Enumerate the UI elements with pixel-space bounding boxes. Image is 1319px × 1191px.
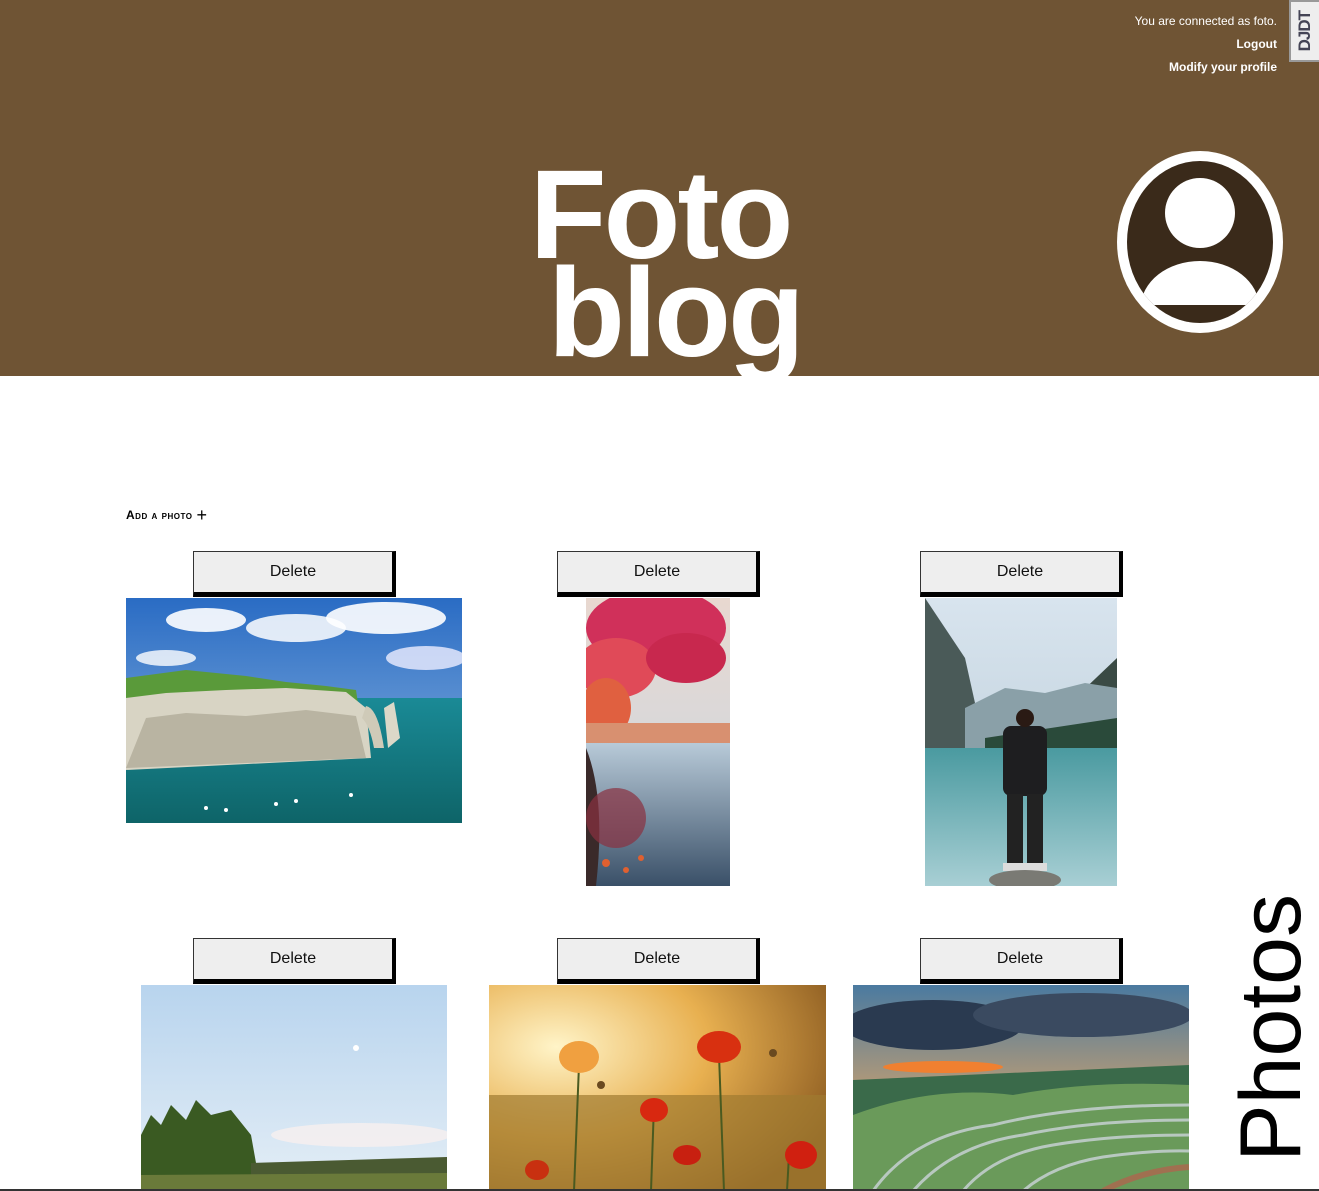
delete-button[interactable]: Delete bbox=[557, 938, 760, 984]
photo-thumbnail[interactable] bbox=[853, 985, 1189, 1191]
photo-thumbnail[interactable] bbox=[925, 598, 1117, 886]
modify-profile-link[interactable]: Modify your profile bbox=[1135, 56, 1277, 79]
connected-status: You are connected as foto. bbox=[1134, 14, 1277, 28]
add-photo-link[interactable]: Add a photo + bbox=[126, 505, 208, 525]
site-header: You are connected as foto. Logout Modify… bbox=[0, 0, 1319, 376]
delete-button[interactable]: Delete bbox=[193, 551, 396, 597]
photo-thumbnail[interactable] bbox=[489, 985, 826, 1191]
delete-button[interactable]: Delete bbox=[920, 938, 1123, 984]
photos-section-label: Photos bbox=[1223, 894, 1319, 1191]
site-title: Foto blog bbox=[500, 152, 820, 383]
user-avatar-icon[interactable] bbox=[1117, 151, 1283, 333]
photo-thumbnail[interactable] bbox=[126, 598, 462, 823]
site-title-line2: blog bbox=[548, 242, 805, 383]
delete-button[interactable]: Delete bbox=[920, 551, 1123, 597]
plus-icon: + bbox=[196, 505, 208, 525]
debug-toolbar-handle[interactable]: DJDT bbox=[1289, 0, 1319, 62]
delete-button[interactable]: Delete bbox=[193, 938, 396, 984]
photo-thumbnail[interactable] bbox=[141, 985, 447, 1191]
logout-link[interactable]: Logout bbox=[1135, 33, 1277, 56]
delete-button[interactable]: Delete bbox=[557, 551, 760, 597]
user-box: You are connected as foto. Logout Modify… bbox=[1135, 10, 1277, 79]
debug-toolbar-label: DJDT bbox=[1295, 10, 1314, 52]
photos-side-title: Photos bbox=[1223, 894, 1319, 1162]
add-photo-label: Add a photo bbox=[126, 508, 193, 522]
photo-thumbnail[interactable] bbox=[586, 598, 730, 886]
